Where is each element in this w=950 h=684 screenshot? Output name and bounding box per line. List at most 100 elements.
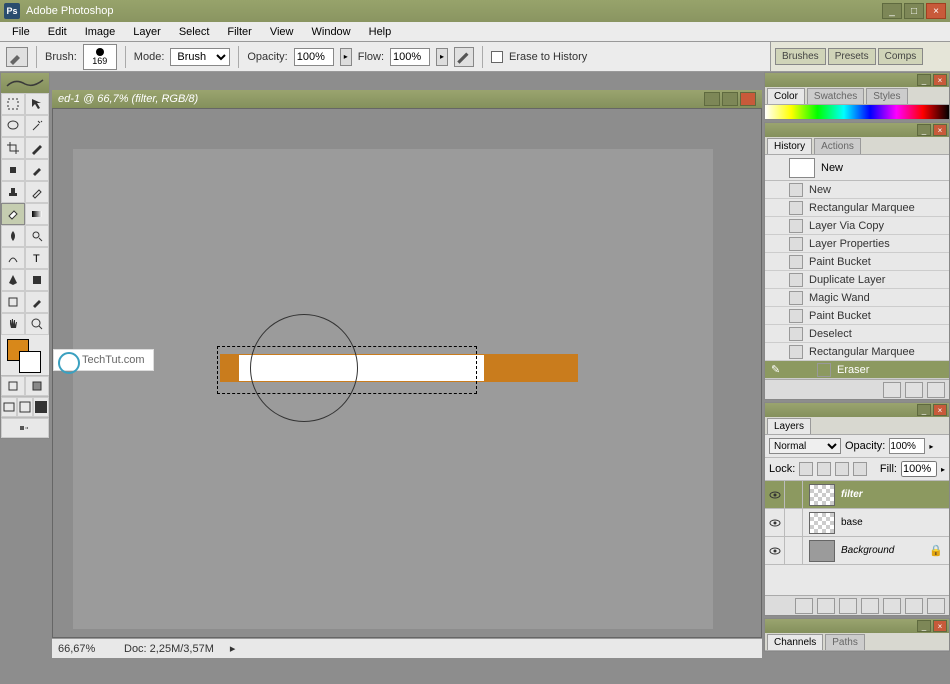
minimize-button[interactable]: _ [882, 3, 902, 19]
zoom-level[interactable]: 66,67% [58, 643, 108, 655]
tab-paths[interactable]: Paths [825, 634, 865, 650]
trash-icon[interactable] [927, 382, 945, 398]
panel-minimize-button[interactable]: _ [917, 404, 931, 416]
doc-size[interactable]: Doc: 2,25M/3,57M [124, 643, 214, 655]
history-item[interactable]: Rectangular Marquee [765, 199, 949, 217]
wand-tool-icon[interactable] [25, 115, 49, 137]
tab-styles[interactable]: Styles [866, 88, 907, 104]
tab-actions[interactable]: Actions [814, 138, 861, 154]
visibility-icon[interactable] [765, 481, 785, 509]
notes-tool-icon[interactable] [1, 291, 25, 313]
canvas-area[interactable]: TechTut.com [52, 108, 762, 638]
layer-link-icon[interactable] [795, 598, 813, 614]
layer-adjust-icon[interactable] [883, 598, 901, 614]
fill-input[interactable] [901, 461, 937, 477]
menu-window[interactable]: Window [304, 24, 359, 40]
status-arrow-icon[interactable]: ▸ [230, 642, 236, 655]
history-brush-tool-icon[interactable] [25, 181, 49, 203]
lasso-tool-icon[interactable] [1, 115, 25, 137]
panel-close-button[interactable]: × [933, 74, 947, 86]
doc-close-button[interactable] [740, 92, 756, 106]
maximize-button[interactable]: □ [904, 3, 924, 19]
screen-standard-icon[interactable] [1, 397, 17, 417]
blend-mode-select[interactable]: Normal [769, 438, 841, 454]
document-titlebar[interactable]: ed-1 @ 66,7% (filter, RGB/8) [52, 90, 762, 108]
imageready-icon[interactable] [1, 418, 49, 438]
current-tool-icon[interactable] [6, 47, 28, 67]
panel-close-button[interactable]: × [933, 124, 947, 136]
eraser-tool-icon[interactable] [1, 203, 25, 225]
crop-tool-icon[interactable] [1, 137, 25, 159]
tab-history[interactable]: History [767, 138, 812, 154]
hand-tool-icon[interactable] [1, 313, 25, 335]
menu-file[interactable]: File [4, 24, 38, 40]
history-item[interactable]: Rectangular Marquee [765, 343, 949, 361]
stamp-tool-icon[interactable] [1, 181, 25, 203]
slice-tool-icon[interactable] [25, 137, 49, 159]
type-tool-icon[interactable]: T [25, 247, 49, 269]
doc-minimize-button[interactable] [704, 92, 720, 106]
link-icon[interactable] [785, 481, 803, 509]
quickmask-mode-icon[interactable] [25, 376, 49, 396]
tab-swatches[interactable]: Swatches [807, 88, 864, 104]
shape-tool-icon[interactable] [25, 269, 49, 291]
background-color[interactable] [19, 351, 41, 373]
lock-all-icon[interactable] [853, 462, 867, 476]
menu-filter[interactable]: Filter [219, 24, 259, 40]
layer-row[interactable]: base [765, 509, 949, 537]
screen-full-icon[interactable] [33, 397, 49, 417]
lock-position-icon[interactable] [835, 462, 849, 476]
new-document-icon[interactable] [905, 382, 923, 398]
marquee-tool-icon[interactable] [1, 93, 25, 115]
color-ramp[interactable] [765, 105, 949, 119]
menu-layer[interactable]: Layer [125, 24, 169, 40]
menu-select[interactable]: Select [171, 24, 218, 40]
blur-tool-icon[interactable] [1, 225, 25, 247]
history-item[interactable]: Duplicate Layer [765, 271, 949, 289]
screen-full-menu-icon[interactable] [17, 397, 33, 417]
menu-help[interactable]: Help [361, 24, 400, 40]
history-item[interactable]: Paint Bucket [765, 253, 949, 271]
brush-tool-icon[interactable] [25, 159, 49, 181]
well-tab-presets[interactable]: Presets [828, 48, 876, 65]
visibility-icon[interactable] [765, 537, 785, 565]
history-item[interactable]: Magic Wand [765, 289, 949, 307]
airbrush-icon[interactable] [454, 47, 474, 67]
link-icon[interactable] [785, 509, 803, 537]
menu-edit[interactable]: Edit [40, 24, 75, 40]
doc-maximize-button[interactable] [722, 92, 738, 106]
tab-channels[interactable]: Channels [767, 634, 823, 650]
well-tab-comps[interactable]: Comps [878, 48, 924, 65]
gradient-tool-icon[interactable] [25, 203, 49, 225]
eyedropper-tool-icon[interactable] [25, 291, 49, 313]
flow-input[interactable] [390, 48, 430, 66]
history-item[interactable]: ✎Eraser [765, 361, 949, 379]
panel-minimize-button[interactable]: _ [917, 124, 931, 136]
panel-close-button[interactable]: × [933, 620, 947, 632]
layer-opacity-input[interactable] [889, 438, 925, 454]
history-item[interactable]: Layer Via Copy [765, 217, 949, 235]
well-tab-brushes[interactable]: Brushes [775, 48, 826, 65]
opacity-input[interactable] [294, 48, 334, 66]
tab-color[interactable]: Color [767, 88, 805, 104]
delete-layer-icon[interactable] [927, 598, 945, 614]
fill-arrow-icon[interactable]: ▸ [941, 465, 945, 474]
dodge-tool-icon[interactable] [25, 225, 49, 247]
panel-minimize-button[interactable]: _ [917, 74, 931, 86]
history-item[interactable]: New [765, 181, 949, 199]
lock-transparency-icon[interactable] [799, 462, 813, 476]
history-snapshot[interactable]: New [765, 155, 949, 181]
layer-folder-icon[interactable] [861, 598, 879, 614]
history-item[interactable]: Paint Bucket [765, 307, 949, 325]
layer-style-icon[interactable] [817, 598, 835, 614]
mode-select[interactable]: Brush [170, 48, 230, 66]
pen-tool-icon[interactable] [1, 269, 25, 291]
link-icon[interactable] [785, 537, 803, 565]
close-button[interactable]: × [926, 3, 946, 19]
menu-view[interactable]: View [262, 24, 302, 40]
history-item[interactable]: Deselect [765, 325, 949, 343]
brush-preset-picker[interactable]: 169 [83, 44, 117, 70]
panel-minimize-button[interactable]: _ [917, 620, 931, 632]
tab-layers[interactable]: Layers [767, 418, 811, 434]
menu-image[interactable]: Image [77, 24, 124, 40]
